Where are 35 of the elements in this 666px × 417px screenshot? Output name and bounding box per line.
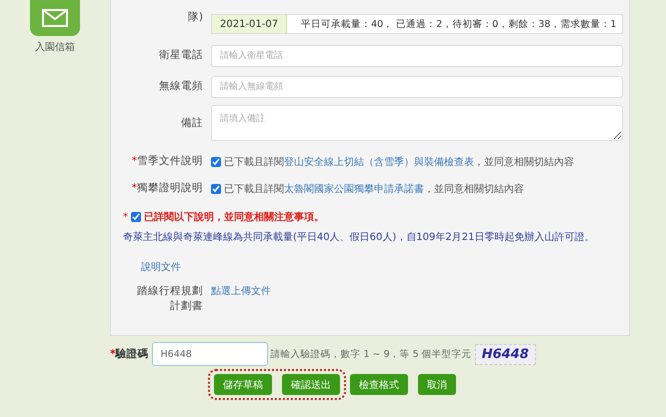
captcha-field[interactable]: H6448: [152, 342, 268, 366]
field-label: 衛星電話: [158, 48, 203, 63]
notice-text: 已詳閱以下說明，並同意相關注意事項。: [144, 210, 324, 224]
sidebar-label[interactable]: 入園信箱: [35, 40, 75, 54]
field-label: 隊): [186, 10, 203, 24]
agreement-text: 已下載且詳閱太魯閣國家公園獨攀申請承諾書，並同意相關切結內容: [211, 182, 623, 196]
form-button[interactable]: 檢查格式: [350, 374, 408, 396]
field-label: *獨攀證明說明: [130, 181, 203, 196]
captcha-hint: 請輸入驗證碼，數字 1 ~ 9，等 5 個半型字元: [270, 348, 472, 361]
required-mark: *: [123, 212, 128, 222]
form-button[interactable]: 儲存草稿: [214, 374, 272, 396]
form-button[interactable]: 取消: [418, 374, 456, 396]
agreement-checkbox[interactable]: [211, 184, 221, 194]
input-field[interactable]: 請輸入無線電頻: [211, 76, 623, 98]
date-badge: 2021-01-07: [212, 15, 288, 33]
document-link[interactable]: 登山安全線上切結（含雪季）與裝備檢查表: [284, 156, 474, 168]
field-label: 踏線行程規劃計劃書: [136, 284, 203, 314]
document-link[interactable]: 說明文件: [141, 260, 181, 274]
notice-checkbox[interactable]: [131, 212, 141, 222]
form-button[interactable]: 確認送出: [282, 374, 340, 396]
captcha-image: H6448: [474, 344, 536, 365]
envelope-icon: [42, 9, 68, 27]
input-field[interactable]: 請輸入衛星電話: [211, 44, 623, 66]
captcha-label: *驗證碼: [110, 347, 148, 362]
notice-note: 奇萊主北線與奇萊連峰線為共同承載量(平日40人、假日60人)，自109年2月21日零時起免辦入山許可證。: [122, 230, 596, 244]
quota-summary: 平日可承載量：40， 已通過：2，待初審：0，剩餘：38，需求數量：1: [300, 18, 616, 32]
mailbox-tile[interactable]: [30, 0, 80, 36]
agreement-checkbox[interactable]: [211, 156, 221, 166]
remarks-field[interactable]: 請填入備註: [211, 105, 623, 141]
field-label: 無線電頻: [158, 79, 203, 94]
agreement-text: 已下載且詳閱登山安全線上切結（含雪季）與裝備檢查表，並同意相關切結內容: [211, 154, 623, 168]
document-link[interactable]: 太魯閣國家公園獨攀申請承諾書: [284, 184, 424, 194]
field-label: 備註: [180, 116, 203, 130]
field-label: *雪季文件說明: [130, 154, 203, 169]
upload-link[interactable]: 點選上傳文件: [211, 284, 623, 314]
